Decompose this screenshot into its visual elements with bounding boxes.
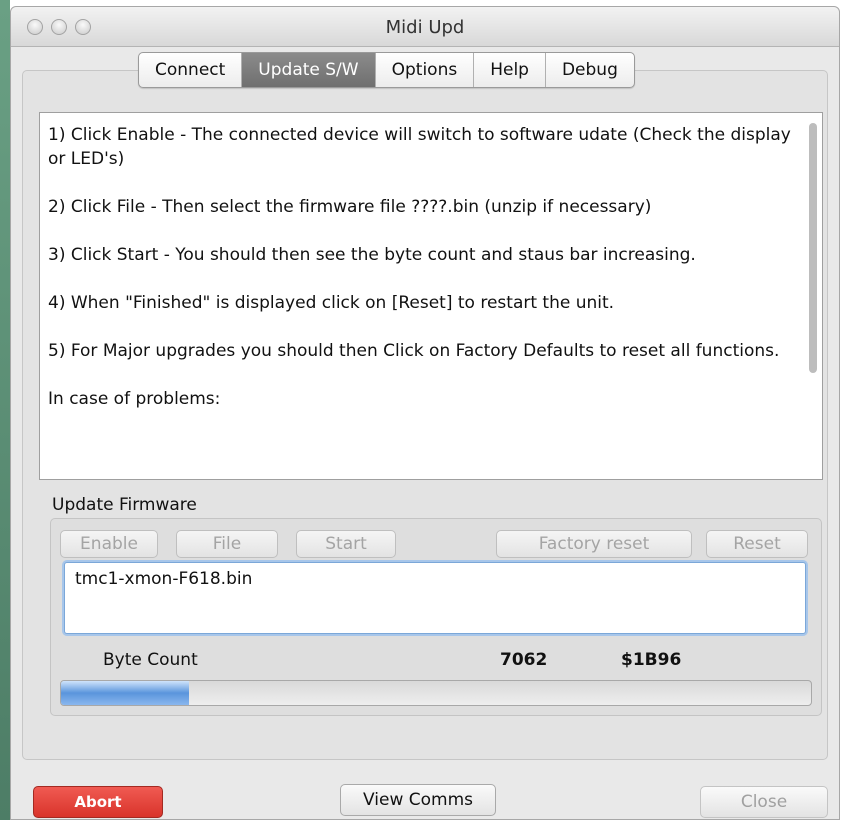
byte-count-hex: $1B96: [621, 650, 682, 670]
view-comms-button[interactable]: View Comms: [340, 784, 496, 816]
instruction-step: 3) Click Start - You should then see the…: [48, 245, 696, 265]
instruction-step: In case of problems:: [48, 389, 221, 409]
firmware-file-field[interactable]: tmc1-xmon-F618.bin: [64, 562, 806, 634]
tab-connect[interactable]: Connect: [139, 53, 243, 87]
factory-reset-button[interactable]: Factory reset: [496, 530, 692, 558]
update-firmware-label: Update Firmware: [52, 495, 197, 515]
byte-count-label: Byte Count: [103, 650, 198, 670]
tab-help[interactable]: Help: [474, 53, 546, 87]
reset-button[interactable]: Reset: [706, 530, 808, 558]
title-bar: Midi Upd: [11, 7, 839, 47]
close-button[interactable]: Close: [700, 786, 828, 818]
progress-fill: [61, 681, 189, 705]
abort-button[interactable]: Abort: [33, 786, 163, 818]
start-button[interactable]: Start: [296, 530, 396, 558]
instruction-step: 5) For Major upgrades you should then Cl…: [48, 341, 780, 361]
instruction-step: 1) Click Enable - The connected device w…: [48, 125, 791, 169]
byte-count-value: 7062: [500, 650, 548, 670]
tab-update-sw[interactable]: Update S/W: [242, 53, 376, 87]
tab-debug[interactable]: Debug: [546, 53, 634, 87]
instructions-scrollbar[interactable]: [806, 115, 820, 477]
instructions-text: 1) Click Enable - The connected device w…: [48, 123, 798, 435]
instruction-step: 2) Click File - Then select the firmware…: [48, 197, 652, 217]
tab-bar: Connect Update S/W Options Help Debug: [138, 52, 635, 88]
upload-progress-bar: [60, 680, 812, 706]
instructions-textarea[interactable]: 1) Click Enable - The connected device w…: [39, 112, 823, 480]
firmware-filename: tmc1-xmon-F618.bin: [75, 569, 253, 589]
window-title: Midi Upd: [385, 17, 465, 38]
scroll-thumb[interactable]: [809, 123, 817, 373]
instruction-step: 4) When "Finished" is displayed click on…: [48, 293, 615, 313]
file-button[interactable]: File: [176, 530, 278, 558]
desktop-background: [0, 0, 10, 820]
tab-options[interactable]: Options: [376, 53, 475, 87]
enable-button[interactable]: Enable: [60, 530, 158, 558]
